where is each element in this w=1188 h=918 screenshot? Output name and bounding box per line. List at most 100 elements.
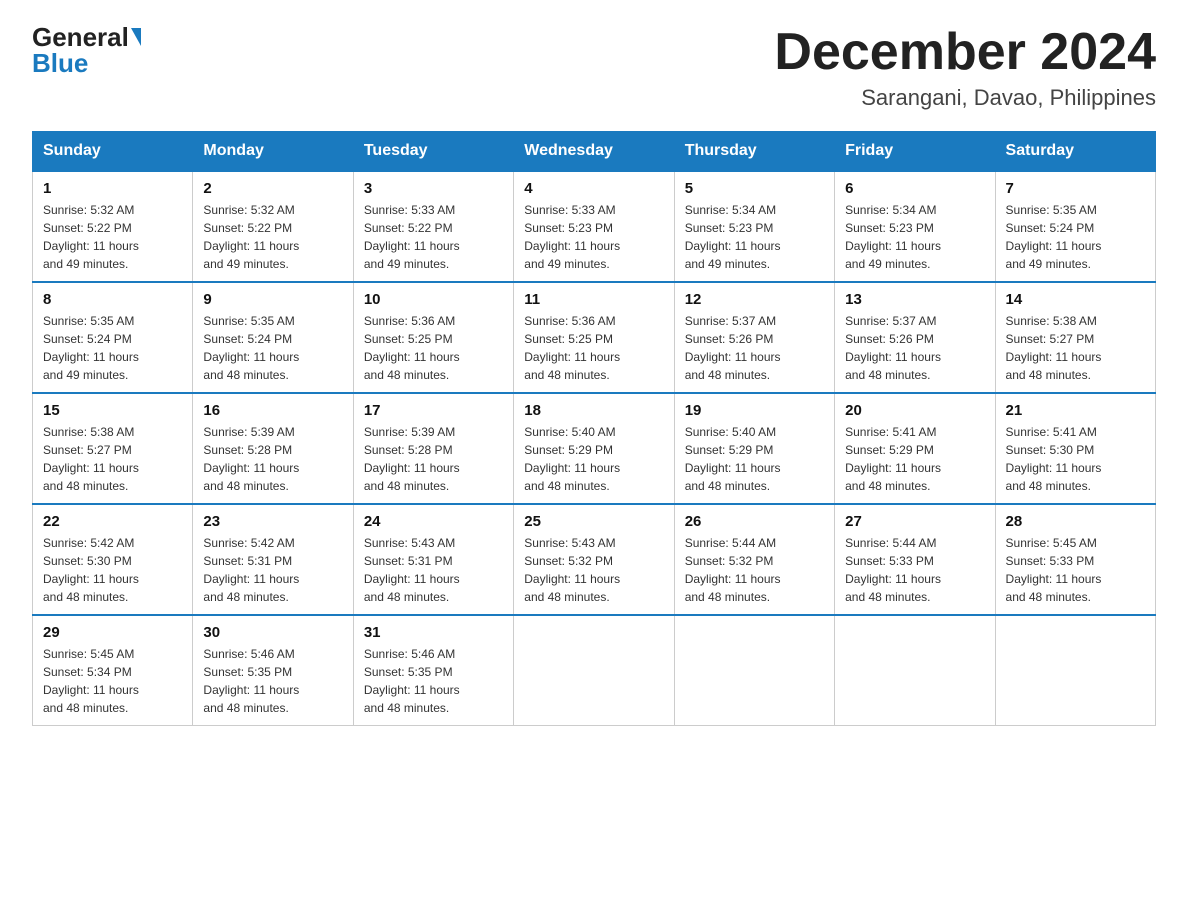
day-info: Sunrise: 5:41 AMSunset: 5:30 PMDaylight:… xyxy=(1006,423,1145,495)
day-number: 27 xyxy=(845,513,984,530)
weekday-header-tuesday: Tuesday xyxy=(353,132,513,172)
calendar-cell: 9 Sunrise: 5:35 AMSunset: 5:24 PMDaylight… xyxy=(193,282,353,393)
day-info: Sunrise: 5:38 AMSunset: 5:27 PMDaylight:… xyxy=(1006,312,1145,384)
day-info: Sunrise: 5:36 AMSunset: 5:25 PMDaylight:… xyxy=(524,312,663,384)
day-number: 24 xyxy=(364,513,503,530)
day-info: Sunrise: 5:32 AMSunset: 5:22 PMDaylight:… xyxy=(43,201,182,273)
day-info: Sunrise: 5:46 AMSunset: 5:35 PMDaylight:… xyxy=(203,645,342,717)
calendar-cell: 14 Sunrise: 5:38 AMSunset: 5:27 PMDayligh… xyxy=(995,282,1155,393)
calendar-cell: 8 Sunrise: 5:35 AMSunset: 5:24 PMDaylight… xyxy=(33,282,193,393)
logo-general-text: General xyxy=(32,24,129,50)
day-info: Sunrise: 5:35 AMSunset: 5:24 PMDaylight:… xyxy=(203,312,342,384)
calendar-cell xyxy=(674,615,834,726)
day-info: Sunrise: 5:34 AMSunset: 5:23 PMDaylight:… xyxy=(845,201,984,273)
weekday-header-row: SundayMondayTuesdayWednesdayThursdayFrid… xyxy=(33,132,1156,172)
day-number: 25 xyxy=(524,513,663,530)
day-number: 29 xyxy=(43,624,182,641)
day-info: Sunrise: 5:45 AMSunset: 5:34 PMDaylight:… xyxy=(43,645,182,717)
day-info: Sunrise: 5:34 AMSunset: 5:23 PMDaylight:… xyxy=(685,201,824,273)
day-number: 3 xyxy=(364,180,503,197)
calendar-week-5: 29 Sunrise: 5:45 AMSunset: 5:34 PMDayligh… xyxy=(33,615,1156,726)
calendar-cell: 15Sunrise: 5:38 AMSunset: 5:27 PMDayligh… xyxy=(33,393,193,504)
day-info: Sunrise: 5:32 AMSunset: 5:22 PMDaylight:… xyxy=(203,201,342,273)
day-info: Sunrise: 5:35 AMSunset: 5:24 PMDaylight:… xyxy=(43,312,182,384)
weekday-header-wednesday: Wednesday xyxy=(514,132,674,172)
day-number: 5 xyxy=(685,180,824,197)
day-number: 21 xyxy=(1006,402,1145,419)
day-info: Sunrise: 5:40 AMSunset: 5:29 PMDaylight:… xyxy=(685,423,824,495)
calendar-week-4: 22Sunrise: 5:42 AMSunset: 5:30 PMDayligh… xyxy=(33,504,1156,615)
calendar-cell: 18Sunrise: 5:40 AMSunset: 5:29 PMDayligh… xyxy=(514,393,674,504)
weekday-header-saturday: Saturday xyxy=(995,132,1155,172)
day-number: 13 xyxy=(845,291,984,308)
logo-arrow-icon xyxy=(131,28,141,46)
calendar-cell: 31 Sunrise: 5:46 AMSunset: 5:35 PMDayligh… xyxy=(353,615,513,726)
day-number: 2 xyxy=(203,180,342,197)
day-number: 9 xyxy=(203,291,342,308)
calendar-cell xyxy=(995,615,1155,726)
calendar-cell: 29 Sunrise: 5:45 AMSunset: 5:34 PMDayligh… xyxy=(33,615,193,726)
day-number: 31 xyxy=(364,624,503,641)
calendar-cell: 11 Sunrise: 5:36 AMSunset: 5:25 PMDayligh… xyxy=(514,282,674,393)
day-info: Sunrise: 5:36 AMSunset: 5:25 PMDaylight:… xyxy=(364,312,503,384)
day-number: 16 xyxy=(203,402,342,419)
day-info: Sunrise: 5:40 AMSunset: 5:29 PMDaylight:… xyxy=(524,423,663,495)
day-info: Sunrise: 5:33 AMSunset: 5:23 PMDaylight:… xyxy=(524,201,663,273)
calendar-cell: 1 Sunrise: 5:32 AMSunset: 5:22 PMDaylight… xyxy=(33,171,193,282)
day-info: Sunrise: 5:43 AMSunset: 5:31 PMDaylight:… xyxy=(364,534,503,606)
calendar-cell: 2 Sunrise: 5:32 AMSunset: 5:22 PMDaylight… xyxy=(193,171,353,282)
calendar-cell: 4 Sunrise: 5:33 AMSunset: 5:23 PMDaylight… xyxy=(514,171,674,282)
calendar-table: SundayMondayTuesdayWednesdayThursdayFrid… xyxy=(32,131,1156,726)
calendar-cell: 26Sunrise: 5:44 AMSunset: 5:32 PMDayligh… xyxy=(674,504,834,615)
day-number: 8 xyxy=(43,291,182,308)
day-number: 4 xyxy=(524,180,663,197)
day-info: Sunrise: 5:33 AMSunset: 5:22 PMDaylight:… xyxy=(364,201,503,273)
day-number: 30 xyxy=(203,624,342,641)
day-number: 26 xyxy=(685,513,824,530)
calendar-cell: 12Sunrise: 5:37 AMSunset: 5:26 PMDayligh… xyxy=(674,282,834,393)
calendar-cell: 23 Sunrise: 5:42 AMSunset: 5:31 PMDayligh… xyxy=(193,504,353,615)
calendar-cell: 5 Sunrise: 5:34 AMSunset: 5:23 PMDaylight… xyxy=(674,171,834,282)
calendar-cell: 24 Sunrise: 5:43 AMSunset: 5:31 PMDayligh… xyxy=(353,504,513,615)
logo: General Blue xyxy=(32,24,141,76)
calendar-cell xyxy=(514,615,674,726)
calendar-cell: 19Sunrise: 5:40 AMSunset: 5:29 PMDayligh… xyxy=(674,393,834,504)
calendar-week-1: 1 Sunrise: 5:32 AMSunset: 5:22 PMDaylight… xyxy=(33,171,1156,282)
day-info: Sunrise: 5:43 AMSunset: 5:32 PMDaylight:… xyxy=(524,534,663,606)
calendar-week-3: 15Sunrise: 5:38 AMSunset: 5:27 PMDayligh… xyxy=(33,393,1156,504)
calendar-cell xyxy=(835,615,995,726)
header: General Blue December 2024 Sarangani, Da… xyxy=(32,24,1156,111)
calendar-cell: 25 Sunrise: 5:43 AMSunset: 5:32 PMDayligh… xyxy=(514,504,674,615)
day-number: 14 xyxy=(1006,291,1145,308)
day-info: Sunrise: 5:46 AMSunset: 5:35 PMDaylight:… xyxy=(364,645,503,717)
day-number: 10 xyxy=(364,291,503,308)
month-year-title: December 2024 xyxy=(774,24,1156,81)
day-number: 28 xyxy=(1006,513,1145,530)
calendar-cell: 22Sunrise: 5:42 AMSunset: 5:30 PMDayligh… xyxy=(33,504,193,615)
day-number: 22 xyxy=(43,513,182,530)
day-info: Sunrise: 5:41 AMSunset: 5:29 PMDaylight:… xyxy=(845,423,984,495)
calendar-cell: 17Sunrise: 5:39 AMSunset: 5:28 PMDayligh… xyxy=(353,393,513,504)
title-area: December 2024 Sarangani, Davao, Philippi… xyxy=(774,24,1156,111)
calendar-cell: 16Sunrise: 5:39 AMSunset: 5:28 PMDayligh… xyxy=(193,393,353,504)
weekday-header-sunday: Sunday xyxy=(33,132,193,172)
calendar-cell: 13 Sunrise: 5:37 AMSunset: 5:26 PMDayligh… xyxy=(835,282,995,393)
day-number: 1 xyxy=(43,180,182,197)
location-subtitle: Sarangani, Davao, Philippines xyxy=(774,85,1156,111)
day-number: 17 xyxy=(364,402,503,419)
weekday-header-thursday: Thursday xyxy=(674,132,834,172)
calendar-cell: 28 Sunrise: 5:45 AMSunset: 5:33 PMDayligh… xyxy=(995,504,1155,615)
day-info: Sunrise: 5:42 AMSunset: 5:31 PMDaylight:… xyxy=(203,534,342,606)
day-number: 23 xyxy=(203,513,342,530)
logo-blue-text: Blue xyxy=(32,50,88,76)
day-number: 20 xyxy=(845,402,984,419)
day-number: 11 xyxy=(524,291,663,308)
day-number: 7 xyxy=(1006,180,1145,197)
day-info: Sunrise: 5:37 AMSunset: 5:26 PMDaylight:… xyxy=(845,312,984,384)
calendar-week-2: 8 Sunrise: 5:35 AMSunset: 5:24 PMDaylight… xyxy=(33,282,1156,393)
day-info: Sunrise: 5:45 AMSunset: 5:33 PMDaylight:… xyxy=(1006,534,1145,606)
day-info: Sunrise: 5:44 AMSunset: 5:33 PMDaylight:… xyxy=(845,534,984,606)
day-number: 6 xyxy=(845,180,984,197)
day-info: Sunrise: 5:35 AMSunset: 5:24 PMDaylight:… xyxy=(1006,201,1145,273)
day-info: Sunrise: 5:38 AMSunset: 5:27 PMDaylight:… xyxy=(43,423,182,495)
